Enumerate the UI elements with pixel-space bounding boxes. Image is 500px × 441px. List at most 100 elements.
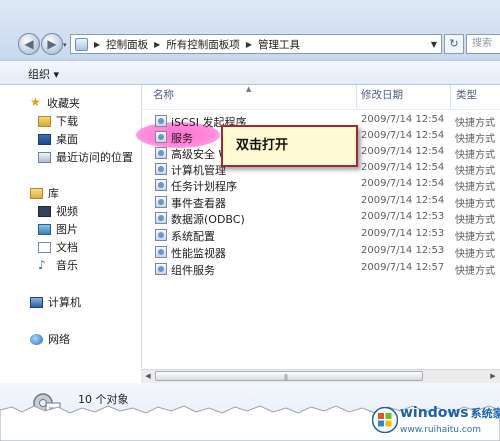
watermark-brand-en: windows (400, 405, 469, 421)
file-name: 组件服务 (171, 264, 215, 277)
windows-logo-icon (372, 407, 398, 433)
shortcut-icon (155, 212, 167, 224)
nav-libraries-label: 库 (48, 187, 59, 200)
back-button[interactable]: ◀ (18, 33, 40, 55)
forward-button[interactable]: ▶ (41, 33, 63, 55)
file-name: 性能监视器 (171, 247, 226, 260)
chevron-right-icon: ▶ (94, 39, 101, 49)
chevron-right-icon[interactable]: ▶ (154, 40, 160, 49)
shortcut-icon (155, 229, 167, 241)
music-note-icon: ♪ (38, 257, 46, 272)
column-header-name[interactable]: 名称 (153, 85, 174, 111)
nav-item-label: 视频 (56, 205, 78, 218)
network-icon (30, 333, 43, 345)
nav-item-videos[interactable]: 视频 (38, 203, 78, 219)
file-name: 计算机管理 (171, 164, 226, 177)
file-date: 2009/7/14 12:54 (361, 146, 445, 157)
star-icon: ★ (30, 95, 41, 109)
nav-item-recent-places[interactable]: 最近访问的位置 (38, 149, 133, 165)
nav-libraries[interactable]: 库 (30, 185, 59, 201)
shortcut-icon (155, 163, 167, 175)
file-date: 2009/7/14 12:53 (361, 245, 445, 256)
computer-icon (30, 296, 43, 308)
file-date: 2009/7/14 12:54 (361, 114, 445, 125)
file-row[interactable]: 数据源(ODBC) 2009/7/14 12:53 快捷方式 (153, 210, 500, 226)
nav-item-label: 音乐 (56, 259, 78, 272)
scroll-right-icon[interactable]: ▶ (487, 371, 499, 382)
column-header-date[interactable]: 修改日期 (361, 85, 403, 111)
library-folder-icon (30, 187, 43, 199)
shortcut-icon (155, 115, 167, 127)
organize-menu-button[interactable]: 组织 ▾ (28, 66, 59, 82)
file-date: 2009/7/14 12:54 (361, 130, 445, 141)
file-date: 2009/7/14 12:54 (361, 178, 445, 189)
file-date: 2009/7/14 12:53 (361, 228, 445, 239)
nav-item-desktop[interactable]: 桌面 (38, 131, 78, 147)
file-row[interactable]: 系统配置 2009/7/14 12:53 快捷方式 (153, 227, 500, 243)
nav-network[interactable]: 网络 (30, 331, 70, 347)
file-row[interactable]: 事件查看器 2009/7/14 12:54 快捷方式 (153, 194, 500, 210)
callout-text: 双击打开 (236, 138, 289, 153)
file-type: 快捷方式 (455, 199, 495, 210)
chevron-right-icon[interactable]: ▶ (246, 40, 252, 49)
file-name: 服务 (171, 132, 193, 145)
scroll-left-icon[interactable]: ◀ (142, 371, 154, 382)
nav-computer[interactable]: 计算机 (30, 294, 81, 310)
file-name: 系统配置 (171, 230, 215, 243)
watermark-url: www.ruihaitu.com (400, 425, 482, 435)
nav-item-downloads[interactable]: 下载 (38, 113, 78, 129)
sort-ascending-icon: ▲ (246, 85, 252, 93)
nav-network-label: 网络 (48, 333, 70, 346)
column-divider[interactable] (356, 85, 357, 109)
file-type: 快捷方式 (455, 166, 495, 177)
file-row[interactable]: 性能监视器 2009/7/14 12:53 快捷方式 (153, 244, 500, 260)
file-date: 2009/7/14 12:57 (361, 262, 445, 273)
nav-item-pictures[interactable]: 图片 (38, 221, 78, 237)
column-header-type[interactable]: 类型 (456, 85, 477, 111)
shortcut-icon (155, 131, 167, 143)
instruction-callout: 双击打开 (221, 125, 358, 167)
file-date: 2009/7/14 12:54 (361, 162, 445, 173)
file-row[interactable]: 任务计划程序 2009/7/14 12:54 快捷方式 (153, 177, 500, 193)
file-name: 任务计划程序 (171, 180, 237, 193)
scrollbar-thumb[interactable]: ||| (155, 371, 423, 381)
address-bar[interactable]: ▶ 控制面板 ▶ 所有控制面板项 ▶ 管理工具 ▼ (70, 34, 442, 54)
nav-computer-label: 计算机 (48, 296, 81, 309)
file-type: 快捷方式 (455, 118, 495, 129)
desktop-icon (38, 133, 51, 145)
shortcut-icon (155, 179, 167, 191)
refresh-button[interactable]: ↻ (444, 34, 464, 54)
breadcrumb-administrative-tools[interactable]: 管理工具 (258, 37, 300, 52)
file-name: 事件查看器 (171, 197, 226, 210)
breadcrumb-control-panel[interactable]: 控制面板 (106, 37, 148, 52)
horizontal-scrollbar[interactable]: ◀ ||| ▶ (141, 369, 500, 383)
file-type: 快捷方式 (455, 150, 495, 161)
file-type: 快捷方式 (455, 249, 495, 260)
nav-item-documents[interactable]: 文档 (38, 239, 78, 255)
shortcut-icon (155, 263, 167, 275)
nav-item-label: 桌面 (56, 133, 78, 146)
file-type: 快捷方式 (455, 232, 495, 243)
recent-pages-dropdown[interactable]: ▾ (63, 41, 67, 49)
nav-item-music[interactable]: ♪ 音乐 (38, 257, 78, 273)
column-divider[interactable] (450, 85, 451, 109)
command-bar: 组织 ▾ (0, 60, 500, 85)
file-type: 快捷方式 (455, 134, 495, 145)
file-name: 数据源(ODBC) (171, 213, 245, 226)
nav-favorites[interactable]: ★ 收藏夹 (30, 95, 80, 111)
video-icon (38, 205, 51, 217)
nav-item-label: 下载 (56, 115, 78, 128)
file-date: 2009/7/14 12:54 (361, 195, 445, 206)
header-divider (141, 109, 500, 110)
watermark-brand: windows系统家园 (400, 405, 500, 421)
recent-places-icon (38, 151, 51, 163)
chevron-down-icon[interactable]: ▼ (431, 40, 437, 49)
nav-item-label: 文档 (56, 241, 78, 254)
breadcrumb-all-control-panel-items[interactable]: 所有控制面板项 (166, 37, 240, 52)
file-row[interactable]: 组件服务 2009/7/14 12:57 快捷方式 (153, 261, 500, 277)
file-type: 快捷方式 (455, 182, 495, 193)
navigation-pane: ★ 收藏夹 下载 桌面 最近访问的位置 库 视频 图片 文档 ♪ 音乐 计算机 … (0, 85, 142, 377)
search-input[interactable]: 搜索 (466, 34, 500, 54)
watermark-logo: windows系统家园 www.ruihaitu.com (370, 401, 500, 441)
file-type: 快捷方式 (455, 266, 495, 277)
